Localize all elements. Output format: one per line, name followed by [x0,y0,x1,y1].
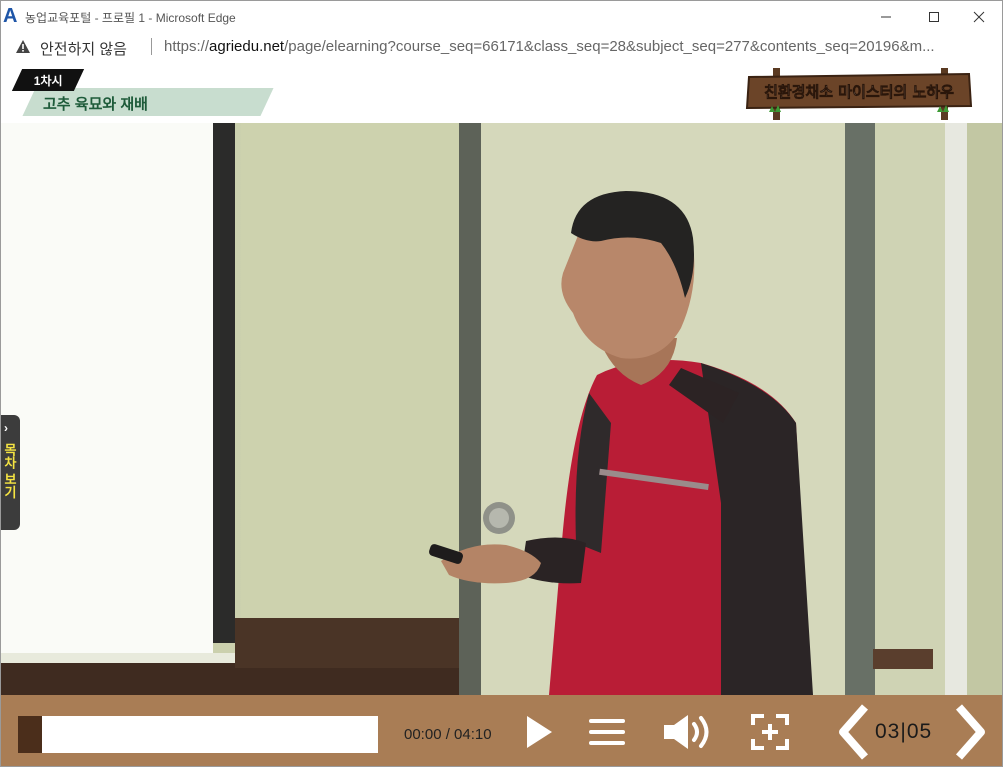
lesson-header: 1차시 고추 육묘와 재배 친환경채소 마이스터의 노하우 [1,62,1002,123]
close-icon [973,11,985,22]
series-sign-text: 친환경채소 마이스터의 노하우 [764,83,954,101]
toc-label: 목차 보기 [2,443,17,499]
minimize-button[interactable] [863,1,909,32]
play-icon [527,716,552,748]
maximize-button[interactable] [911,1,957,32]
app-logo-icon: A [3,5,18,27]
time-display: 00:00 / 04:10 [404,726,492,743]
series-signboard: 친환경채소 마이스터의 노하우 [745,68,973,120]
chevron-left-icon [839,704,869,760]
volume-button[interactable] [661,711,717,753]
fullscreen-button[interactable] [749,711,791,753]
toc-toggle-button[interactable]: › 목차 보기 [1,415,20,530]
menu-icon [589,719,625,745]
page-current: 03 [875,720,901,743]
session-badge-label: 1차시 [33,73,63,88]
url-field[interactable]: https://agriedu.net/page/elearning?cours… [164,38,994,55]
fullscreen-icon [751,714,789,750]
browser-window: A 농업교육포털 - 프로필 1 - Microsoft Edge 안전하지 않… [0,0,1003,767]
address-bar[interactable]: 안전하지 않음 https://agriedu.net/page/elearni… [1,32,1002,63]
page-indicator: 03|05 [875,720,932,744]
prev-page-button[interactable] [833,703,873,761]
volume-icon [664,715,709,749]
chevron-right-icon [955,704,985,760]
session-badge: 1차시 [11,69,85,91]
url-path: /page/elearning?course_seq=66171&class_s… [284,38,935,55]
lecture-video[interactable]: › 목차 보기 [1,123,1002,695]
next-page-button[interactable] [951,703,991,761]
address-divider [151,38,152,55]
menu-button[interactable] [585,711,629,753]
url-domain: agriedu.net [209,38,285,55]
lesson-topic: 고추 육묘와 재배 [43,96,148,113]
play-button[interactable] [521,711,557,753]
progress-bar[interactable] [18,716,378,753]
maximize-icon [929,11,939,22]
close-button[interactable] [956,1,1002,32]
security-label[interactable]: 안전하지 않음 [40,38,127,59]
page-total: 05 [906,720,933,743]
player-controls: 00:00 / 04:10 03|05 [1,695,1002,766]
window-title: 농업교육포털 - 프로필 1 - Microsoft Edge [25,11,236,25]
minimize-icon [881,16,891,17]
chevron-right-icon: › [4,421,8,435]
url-prefix: https:// [164,38,210,55]
progress-fill [18,716,42,753]
title-bar: A 농업교육포털 - 프로필 1 - Microsoft Edge [1,1,1002,32]
warning-icon[interactable] [15,39,31,54]
video-frame [1,123,1002,695]
